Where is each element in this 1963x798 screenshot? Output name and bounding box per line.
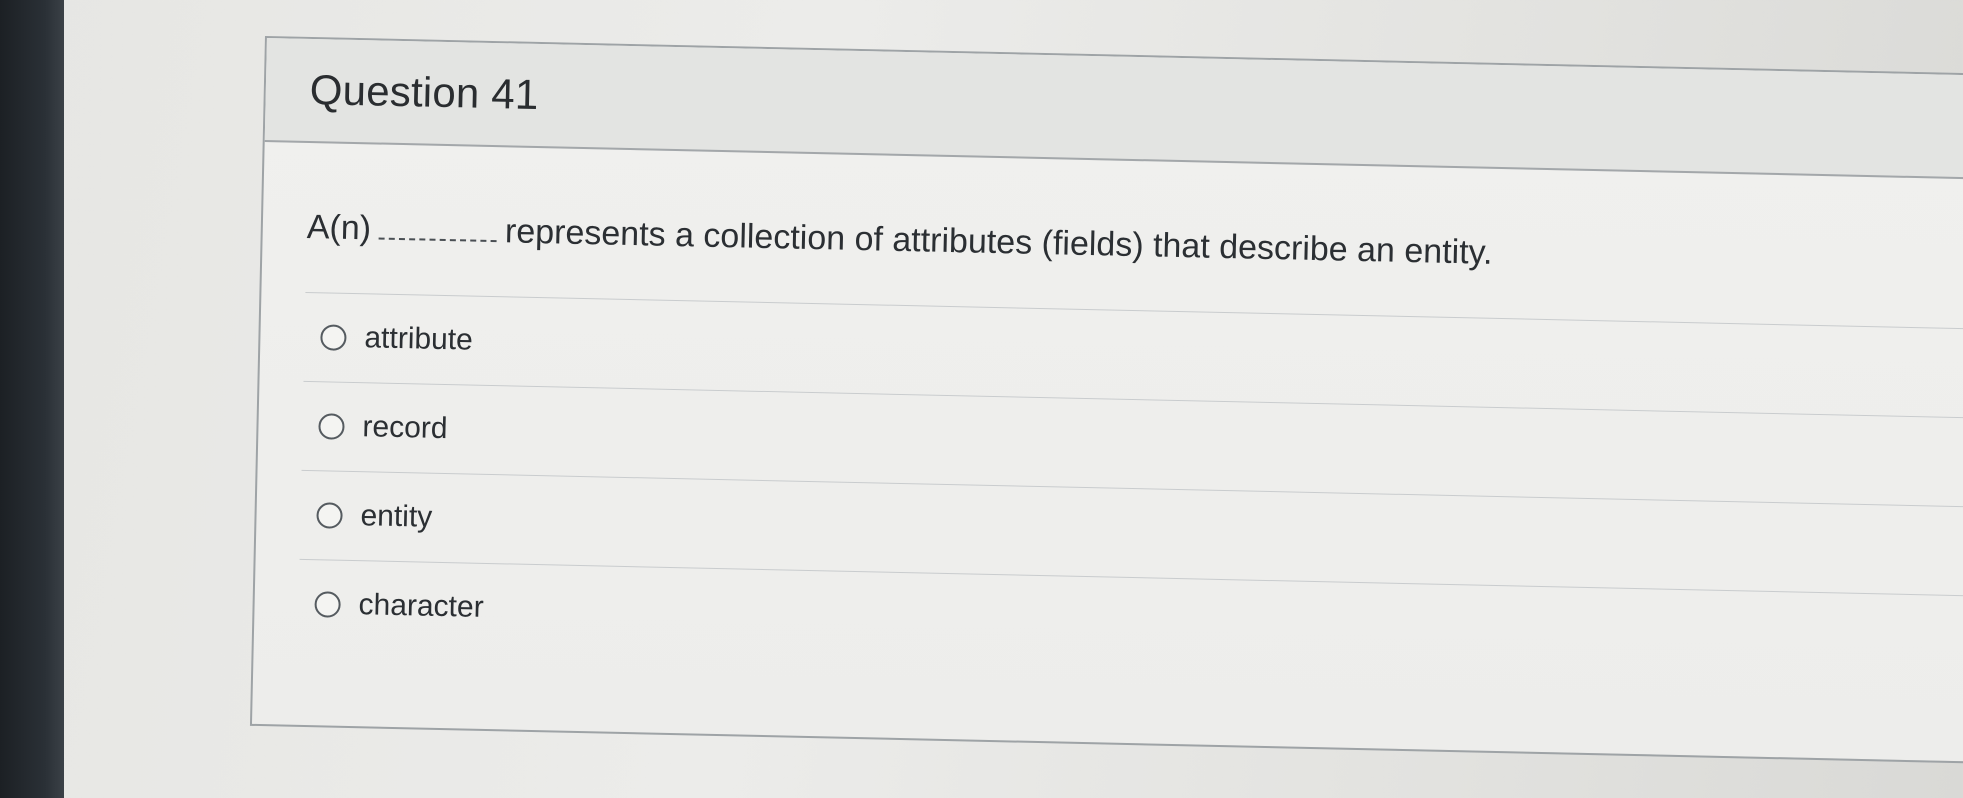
answer-list: attribute record entity character bbox=[297, 291, 1963, 685]
radio-button-icon[interactable] bbox=[318, 413, 345, 440]
answer-label[interactable]: record bbox=[362, 410, 448, 446]
answer-label[interactable]: entity bbox=[360, 499, 432, 535]
radio-button-icon[interactable] bbox=[314, 591, 341, 618]
answer-label[interactable]: attribute bbox=[364, 321, 473, 357]
radio-button-icon[interactable] bbox=[320, 324, 347, 351]
radio-button-icon[interactable] bbox=[316, 502, 343, 529]
question-title: Question 41 bbox=[309, 65, 540, 118]
fill-in-blank bbox=[378, 215, 498, 243]
quiz-question-card: Question 41 A(n) represents a collection … bbox=[249, 36, 1963, 765]
question-body: A(n) represents a collection of attribute… bbox=[254, 142, 1963, 685]
prompt-text-before: A(n) bbox=[306, 207, 372, 248]
answer-label[interactable]: character bbox=[358, 588, 484, 625]
question-prompt: A(n) represents a collection of attribute… bbox=[306, 207, 1963, 285]
prompt-text-after: represents a collection of attributes (f… bbox=[504, 212, 1493, 272]
monitor-bezel bbox=[0, 0, 64, 798]
